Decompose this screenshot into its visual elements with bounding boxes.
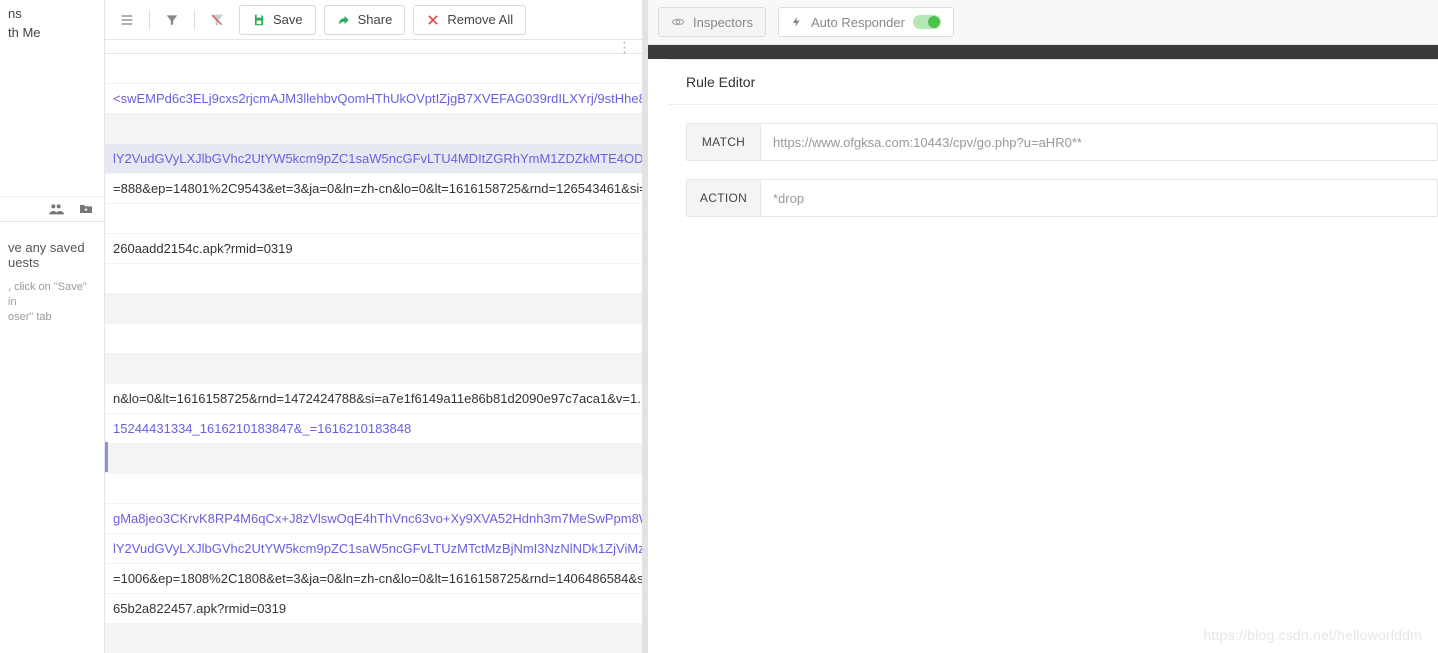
tab-autoresponder[interactable]: Auto Responder (778, 7, 954, 37)
tab-inspectors[interactable]: Inspectors (658, 7, 766, 37)
rule-editor-title: Rule Editor (668, 60, 1438, 105)
add-folder-icon[interactable] (78, 201, 94, 217)
remove-all-button[interactable]: Remove All (413, 5, 526, 35)
right-tabbar: Inspectors Auto Responder (648, 0, 1438, 45)
session-row[interactable]: lY2VudGVyLXJlbGVhc2UtYW5kcm9pZC1saW5ncGF… (105, 534, 642, 564)
rule-match-input[interactable] (761, 124, 1437, 160)
session-column-header: ⋮ (105, 40, 642, 54)
watermark: https://blog.csdn.net/helloworlddm (1204, 627, 1422, 643)
no-saved-line1: ve any saved (8, 240, 96, 255)
rule-editor-panel: Rule Editor MATCH ACTION (668, 59, 1438, 235)
filter-icon[interactable] (158, 6, 186, 34)
hint-line1: , click on "Save" in (8, 280, 96, 310)
column-menu-icon[interactable]: ⋮ (617, 38, 632, 56)
rule-match-label: MATCH (687, 124, 761, 160)
session-row[interactable] (105, 294, 642, 324)
session-row[interactable] (105, 324, 642, 354)
save-button-label: Save (273, 12, 303, 27)
rule-action-label: ACTION (687, 180, 761, 216)
session-row[interactable] (105, 264, 642, 294)
drag-indicator (105, 442, 108, 472)
share-button-label: Share (358, 12, 393, 27)
sidebar-shared-label: th Me (8, 25, 96, 40)
session-row[interactable]: lY2VudGVyLXJlbGVhc2UtYW5kcm9pZC1saW5ncGF… (105, 144, 642, 174)
autoresponder-toggle[interactable] (913, 15, 941, 29)
session-row[interactable]: n&lo=0&lt=1616158725&rnd=1472424788&si=a… (105, 384, 642, 414)
tab-autoresponder-label: Auto Responder (811, 15, 905, 30)
share-button[interactable]: Share (324, 5, 406, 35)
hint-line2: oser" tab (8, 310, 96, 325)
sidebar: ns th Me ve any saved uests , click on "… (0, 0, 105, 653)
group-icon[interactable] (48, 201, 64, 217)
clear-filter-icon[interactable] (203, 6, 231, 34)
session-row[interactable]: 65b2a822457.apk?rmid=0319 (105, 594, 642, 624)
no-saved-line2: uests (8, 255, 96, 270)
session-row[interactable]: gMa8jeo3CKrvK8RP4M6qCx+J8zVlswOqE4hThVnc… (105, 504, 642, 534)
session-row[interactable] (105, 114, 642, 144)
rule-action-row: ACTION (686, 179, 1438, 217)
panel-strip (648, 45, 1438, 59)
session-panel: Save Share Remove All ⋮ <swEMPd6c3ELj9cx… (105, 0, 648, 653)
session-row[interactable]: 260aadd2154c.apk?rmid=0319 (105, 234, 642, 264)
stream-toggle-icon[interactable] (113, 6, 141, 34)
rule-match-row: MATCH (686, 123, 1438, 161)
session-row[interactable]: =1006&ep=1808%2C1808&et=3&ja=0&ln=zh-cn&… (105, 564, 642, 594)
session-row[interactable]: 15244431334_1616210183847&_=161621018384… (105, 414, 642, 444)
save-button[interactable]: Save (239, 5, 316, 35)
session-row[interactable] (105, 204, 642, 234)
sidebar-tool-row (0, 196, 104, 222)
session-row[interactable]: <swEMPd6c3ELj9cxs2rjcmAJM3llehbvQomHThUk… (105, 84, 642, 114)
session-row[interactable] (105, 444, 642, 474)
rule-action-input[interactable] (761, 180, 1437, 216)
right-panel: Inspectors Auto Responder Rule Editor MA… (648, 0, 1438, 653)
session-row[interactable] (105, 54, 642, 84)
session-row[interactable]: =888&ep=14801%2C9543&et=3&ja=0&ln=zh-cn&… (105, 174, 642, 204)
session-toolbar: Save Share Remove All (105, 0, 642, 40)
session-rows: <swEMPd6c3ELj9cxs2rjcmAJM3llehbvQomHThUk… (105, 54, 642, 653)
session-row[interactable] (105, 474, 642, 504)
session-row[interactable] (105, 354, 642, 384)
tab-inspectors-label: Inspectors (693, 15, 753, 30)
sidebar-collections-label: ns (8, 6, 96, 21)
remove-all-button-label: Remove All (447, 12, 513, 27)
session-row[interactable] (105, 624, 642, 653)
